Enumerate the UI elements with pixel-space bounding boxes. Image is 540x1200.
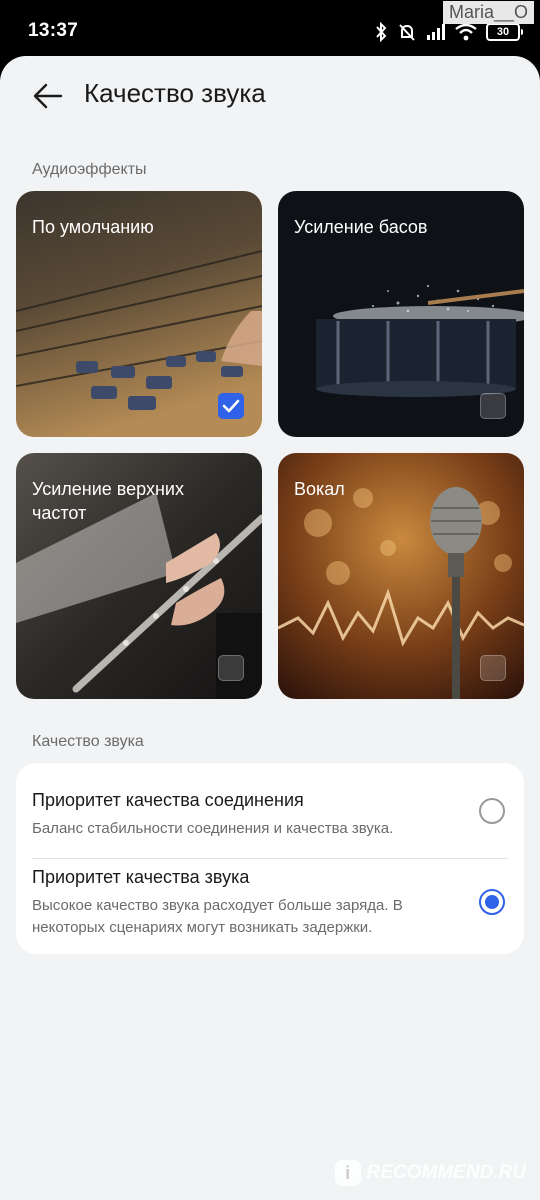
effect-card-bass[interactable]: Усиление басов xyxy=(278,191,524,437)
effect-card-label: Усиление басов xyxy=(294,217,428,237)
battery-icon: 30 xyxy=(486,23,523,41)
effect-card-vocal[interactable]: Вокал xyxy=(278,453,524,699)
checkbox-checked[interactable] xyxy=(218,393,244,419)
username-watermark: Maria__O xyxy=(442,1,534,24)
effect-card-treble[interactable]: Усиление верхних частот xyxy=(16,453,262,699)
effects-section-label: Аудиоэффекты xyxy=(32,161,147,178)
option-sound-priority[interactable]: Приоритет качества звука Высокое качеств… xyxy=(32,867,508,939)
radio-unselected[interactable] xyxy=(479,798,505,824)
recommend-watermark-text: RECOMMEND.RU xyxy=(366,1162,526,1183)
recommend-logo-icon: i xyxy=(334,1160,361,1186)
option-description: Баланс стабильности соединения и качеств… xyxy=(32,820,394,837)
effect-card-default[interactable]: По умолчанию xyxy=(16,191,262,437)
divider xyxy=(32,858,508,859)
option-title: Приоритет качества звука xyxy=(32,867,250,887)
settings-screen: Качество звука Аудиоэффекты По умолчанию… xyxy=(0,56,540,1200)
option-description: Высокое качество звука расходует больше … xyxy=(32,897,403,936)
checkbox-unchecked[interactable] xyxy=(480,655,506,681)
checkbox-unchecked[interactable] xyxy=(218,655,244,681)
checkmark-icon xyxy=(222,399,240,413)
effect-card-label: По умолчанию xyxy=(32,217,154,237)
page-title: Качество звука xyxy=(84,78,266,108)
status-bar: 13:37 30 Maria__O xyxy=(0,0,540,62)
effect-card-label: Усиление верхних частот xyxy=(32,479,184,523)
quality-section-label: Качество звука xyxy=(32,733,144,750)
arrow-left-icon xyxy=(33,83,63,109)
bell-muted-icon xyxy=(397,22,417,42)
back-button[interactable] xyxy=(28,76,68,116)
radio-selected[interactable] xyxy=(479,889,505,915)
recommend-watermark: i RECOMMEND.RU xyxy=(334,1160,526,1186)
option-connection-priority[interactable]: Приоритет качества соединения Баланс ста… xyxy=(32,790,508,840)
quality-options-card: Приоритет качества соединения Баланс ста… xyxy=(16,763,524,954)
bluetooth-icon xyxy=(374,22,388,42)
signal-icon xyxy=(426,24,446,40)
option-title: Приоритет качества соединения xyxy=(32,790,304,810)
effect-card-label: Вокал xyxy=(294,479,345,499)
checkbox-unchecked[interactable] xyxy=(480,393,506,419)
wifi-icon xyxy=(455,23,477,41)
status-time: 13:37 xyxy=(28,20,79,41)
